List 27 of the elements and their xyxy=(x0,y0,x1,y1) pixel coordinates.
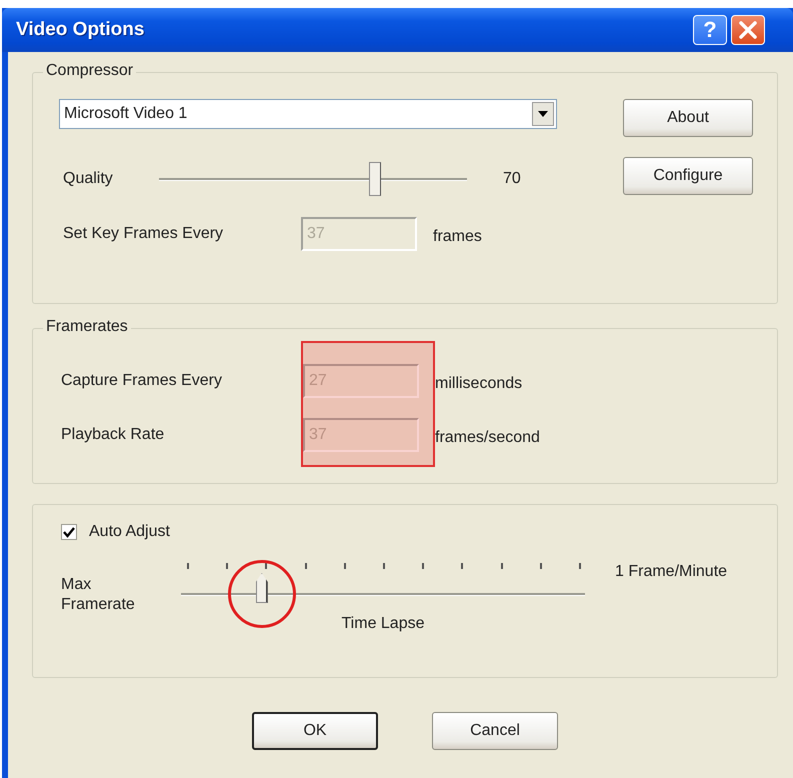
check-icon xyxy=(63,526,75,538)
field-label: Playback Rate xyxy=(61,426,166,444)
slider-end-label: 1 Frame/Minute xyxy=(615,563,728,581)
window-title: Video Options xyxy=(16,19,144,41)
checkbox-label: Auto Adjust xyxy=(89,523,170,541)
close-button[interactable] xyxy=(731,15,765,45)
unit-label: milliseconds xyxy=(435,375,522,393)
slider-thumb[interactable] xyxy=(368,162,381,196)
field-label: Set Key Frames Every xyxy=(63,225,224,243)
slider-caption: Time Lapse xyxy=(342,615,424,633)
dialog-button[interactable]: Cancel xyxy=(432,712,558,750)
dialog-button[interactable]: OK xyxy=(252,712,378,750)
unit-label: frames xyxy=(433,228,482,246)
unit-label: frames/second xyxy=(435,429,540,447)
dropdown-button[interactable] xyxy=(532,102,554,126)
field-label: Capture Frames Every xyxy=(61,372,223,390)
slider-thumb[interactable] xyxy=(256,573,268,603)
checkbox[interactable] xyxy=(61,524,77,540)
dialog-button[interactable]: About xyxy=(623,99,753,137)
group-title: Compressor xyxy=(43,62,136,80)
field-label: Quality xyxy=(63,170,114,188)
caret-icon xyxy=(538,111,548,117)
codec-dropdown[interactable]: Microsoft Video 1 xyxy=(59,99,557,129)
dialog-button[interactable]: Configure xyxy=(623,157,753,195)
field-label: Max Framerate xyxy=(61,575,136,615)
slider-value: 70 xyxy=(503,170,521,188)
close-icon xyxy=(737,19,759,41)
